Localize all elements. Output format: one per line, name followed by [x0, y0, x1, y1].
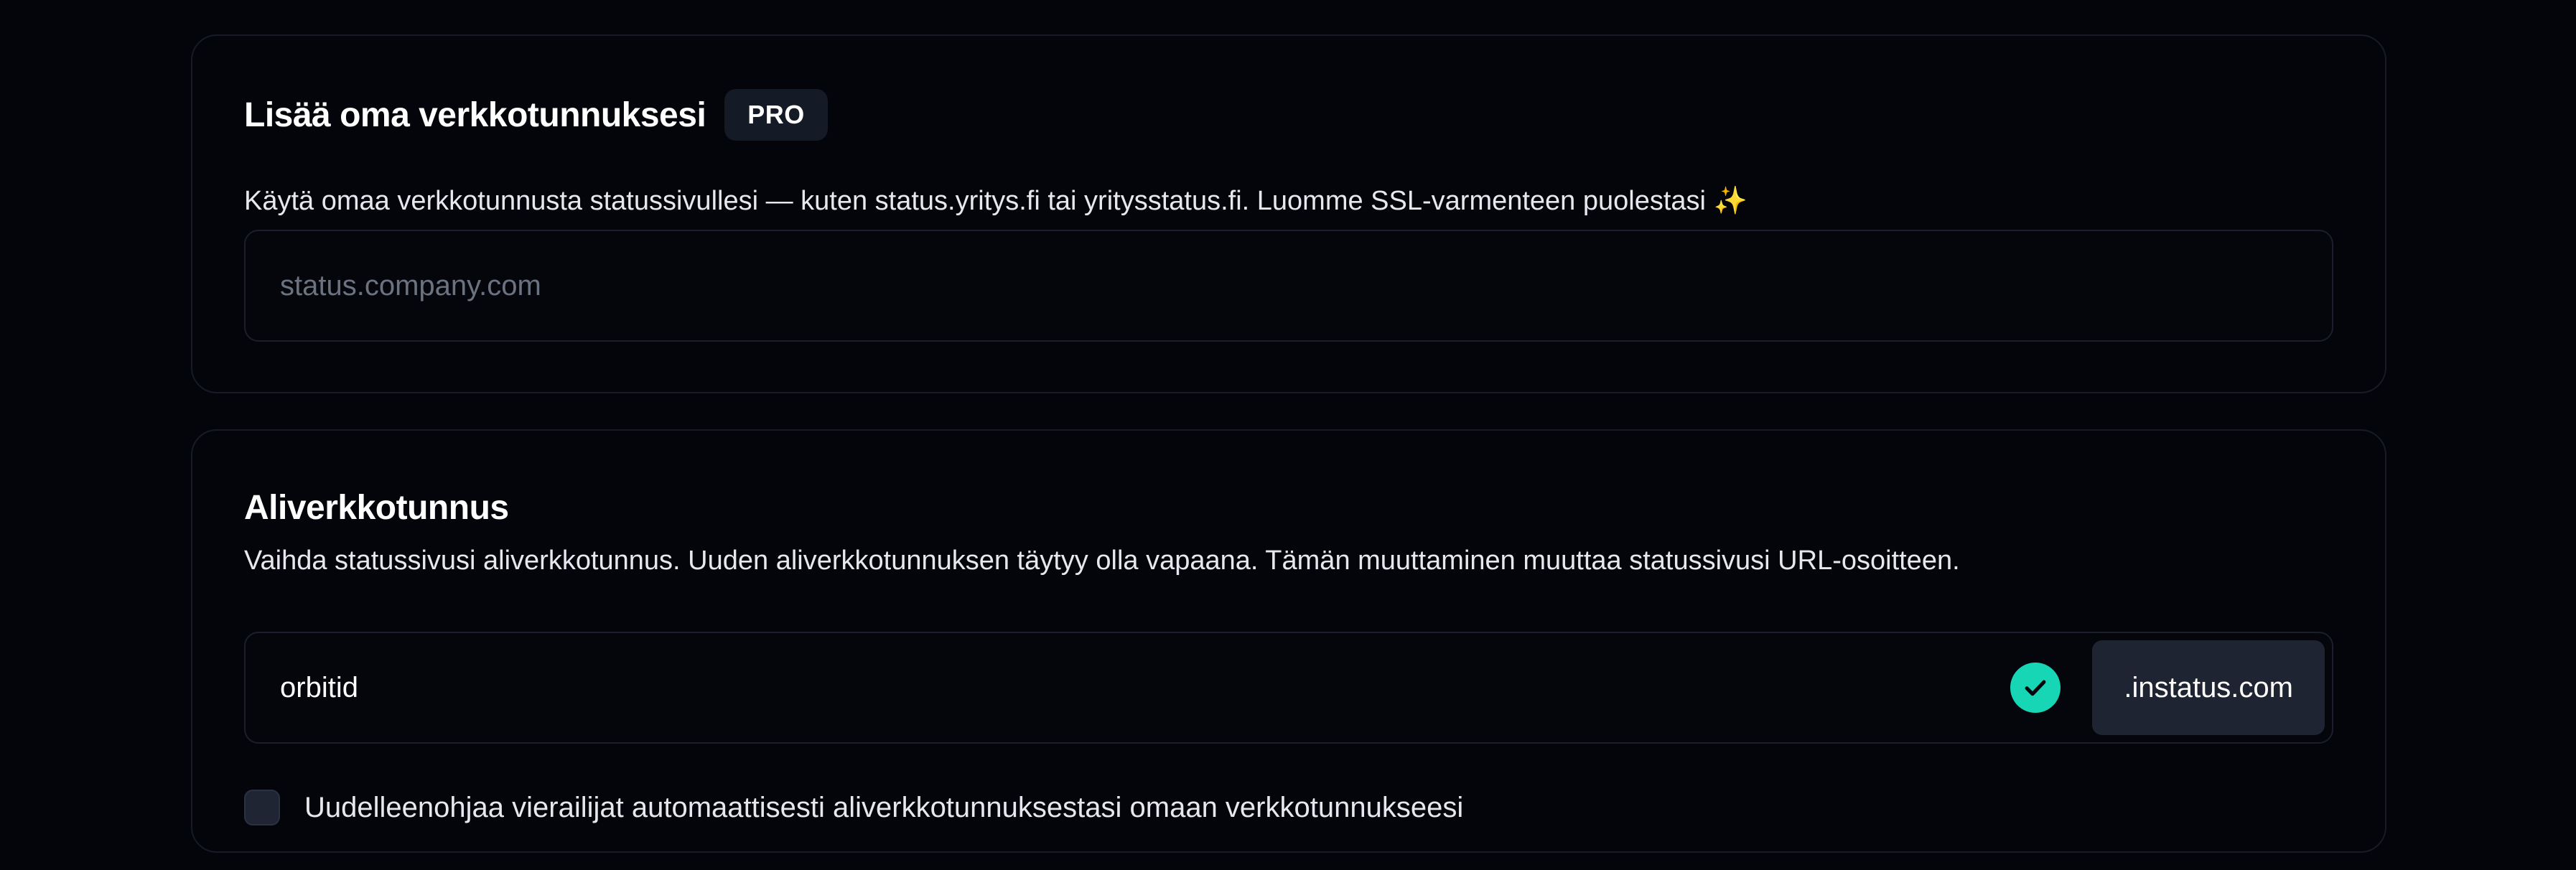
subdomain-suffix: .instatus.com [2092, 640, 2325, 735]
custom-domain-title-row: Lisää oma verkkotunnuksesi PRO [244, 89, 828, 141]
pro-badge: PRO [724, 89, 828, 141]
redirect-checkbox[interactable] [244, 790, 280, 825]
custom-domain-title: Lisää oma verkkotunnuksesi [244, 95, 706, 134]
subdomain-description: Vaihda statussivusi aliverkkotunnus. Uud… [244, 546, 1960, 576]
custom-domain-input[interactable] [246, 231, 2332, 340]
subdomain-input-box: .instatus.com [244, 632, 2333, 744]
subdomain-title: Aliverkkotunnus [244, 489, 509, 527]
redirect-checkbox-label: Uudelleenohjaa vierailijat automaattises… [304, 791, 1464, 823]
redirect-option[interactable]: Uudelleenohjaa vierailijat automaattises… [244, 790, 1463, 825]
custom-domain-description: Käytä omaa verkkotunnusta statussivulles… [244, 186, 1747, 216]
checkmark-icon [2025, 680, 2046, 696]
subdomain-title-row: Aliverkkotunnus [244, 488, 509, 528]
subdomain-card: Aliverkkotunnus Vaihda statussivusi aliv… [191, 429, 2386, 853]
custom-domain-card: Lisää oma verkkotunnuksesi PRO Käytä oma… [191, 34, 2386, 393]
check-circle-icon [2010, 663, 2061, 713]
custom-domain-input-box [244, 230, 2333, 342]
subdomain-input[interactable] [246, 633, 2011, 742]
